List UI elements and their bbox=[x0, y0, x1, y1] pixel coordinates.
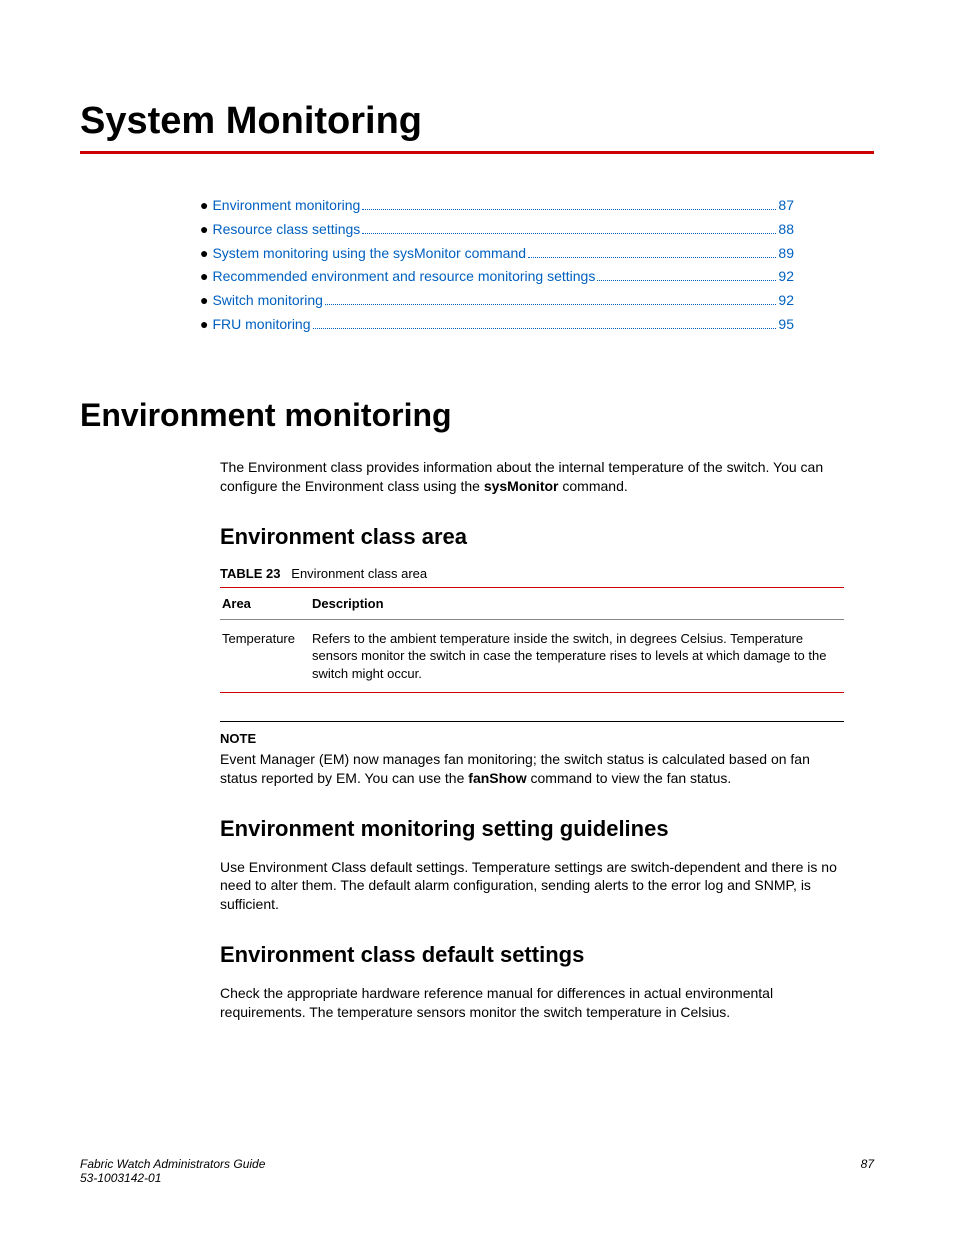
th-area: Area bbox=[220, 587, 310, 619]
footer-book-title: Fabric Watch Administrators Guide bbox=[80, 1157, 265, 1171]
toc-leader bbox=[325, 304, 776, 305]
toc-page: 88 bbox=[778, 218, 794, 242]
content-block: The Environment class provides informati… bbox=[220, 458, 844, 1022]
toc-item: ● System monitoring using the sysMonitor… bbox=[200, 242, 794, 266]
toc-leader bbox=[313, 328, 777, 329]
bullet-icon: ● bbox=[200, 194, 208, 218]
toc-page: 87 bbox=[778, 194, 794, 218]
toc-page: 92 bbox=[778, 265, 794, 289]
table-row: Temperature Refers to the ambient temper… bbox=[220, 619, 844, 693]
defaults-paragraph: Check the appropriate hardware reference… bbox=[220, 984, 844, 1022]
footer-page-number: 87 bbox=[861, 1157, 874, 1185]
footer-left: Fabric Watch Administrators Guide 53-100… bbox=[80, 1157, 265, 1185]
table-caption-text: Environment class area bbox=[291, 566, 427, 581]
subheading-default-settings: Environment class default settings bbox=[220, 942, 844, 968]
toc-leader bbox=[528, 257, 776, 258]
bullet-icon: ● bbox=[200, 265, 208, 289]
guidelines-paragraph: Use Environment Class default settings. … bbox=[220, 858, 844, 915]
bullet-icon: ● bbox=[200, 218, 208, 242]
note-text-post: command to view the fan status. bbox=[527, 770, 732, 786]
bullet-icon: ● bbox=[200, 313, 208, 337]
section-heading-environment-monitoring: Environment monitoring bbox=[80, 397, 874, 434]
td-area: Temperature bbox=[220, 619, 310, 693]
note-block: NOTE Event Manager (EM) now manages fan … bbox=[220, 721, 844, 787]
table-caption-label: TABLE 23 bbox=[220, 566, 280, 581]
table-of-contents: ● Environment monitoring 87 ● Resource c… bbox=[200, 194, 794, 337]
toc-item: ● Resource class settings 88 bbox=[200, 218, 794, 242]
toc-link-resource-class-settings[interactable]: Resource class settings bbox=[212, 218, 360, 242]
subheading-environment-class-area: Environment class area bbox=[220, 524, 844, 550]
toc-link-sysmonitor-command[interactable]: System monitoring using the sysMonitor c… bbox=[212, 242, 526, 266]
note-command-name: fanShow bbox=[468, 770, 526, 786]
toc-link-fru-monitoring[interactable]: FRU monitoring bbox=[212, 313, 310, 337]
footer-doc-number: 53-1003142-01 bbox=[80, 1171, 265, 1185]
toc-link-recommended-settings[interactable]: Recommended environment and resource mon… bbox=[212, 265, 595, 289]
toc-link-environment-monitoring[interactable]: Environment monitoring bbox=[212, 194, 360, 218]
bullet-icon: ● bbox=[200, 289, 208, 313]
toc-item: ● Recommended environment and resource m… bbox=[200, 265, 794, 289]
page-footer: Fabric Watch Administrators Guide 53-100… bbox=[80, 1157, 874, 1185]
table-header-row: Area Description bbox=[220, 587, 844, 619]
intro-command-name: sysMonitor bbox=[484, 478, 559, 494]
intro-text-post: command. bbox=[559, 478, 628, 494]
toc-leader bbox=[362, 209, 776, 210]
th-description: Description bbox=[310, 587, 844, 619]
toc-page: 89 bbox=[778, 242, 794, 266]
subheading-monitoring-guidelines: Environment monitoring setting guideline… bbox=[220, 816, 844, 842]
toc-item: ● Switch monitoring 92 bbox=[200, 289, 794, 313]
page-title: System Monitoring bbox=[80, 100, 874, 143]
toc-link-switch-monitoring[interactable]: Switch monitoring bbox=[212, 289, 323, 313]
note-label: NOTE bbox=[220, 730, 844, 748]
bullet-icon: ● bbox=[200, 242, 208, 266]
toc-item: ● FRU monitoring 95 bbox=[200, 313, 794, 337]
table-caption: TABLE 23 Environment class area bbox=[220, 566, 844, 581]
intro-paragraph: The Environment class provides informati… bbox=[220, 458, 844, 496]
toc-item: ● Environment monitoring 87 bbox=[200, 194, 794, 218]
td-description: Refers to the ambient temperature inside… bbox=[310, 619, 844, 693]
toc-page: 95 bbox=[778, 313, 794, 337]
environment-class-table: Area Description Temperature Refers to t… bbox=[220, 587, 844, 694]
toc-leader bbox=[362, 233, 776, 234]
title-rule bbox=[80, 151, 874, 154]
toc-page: 92 bbox=[778, 289, 794, 313]
toc-leader bbox=[597, 280, 776, 281]
